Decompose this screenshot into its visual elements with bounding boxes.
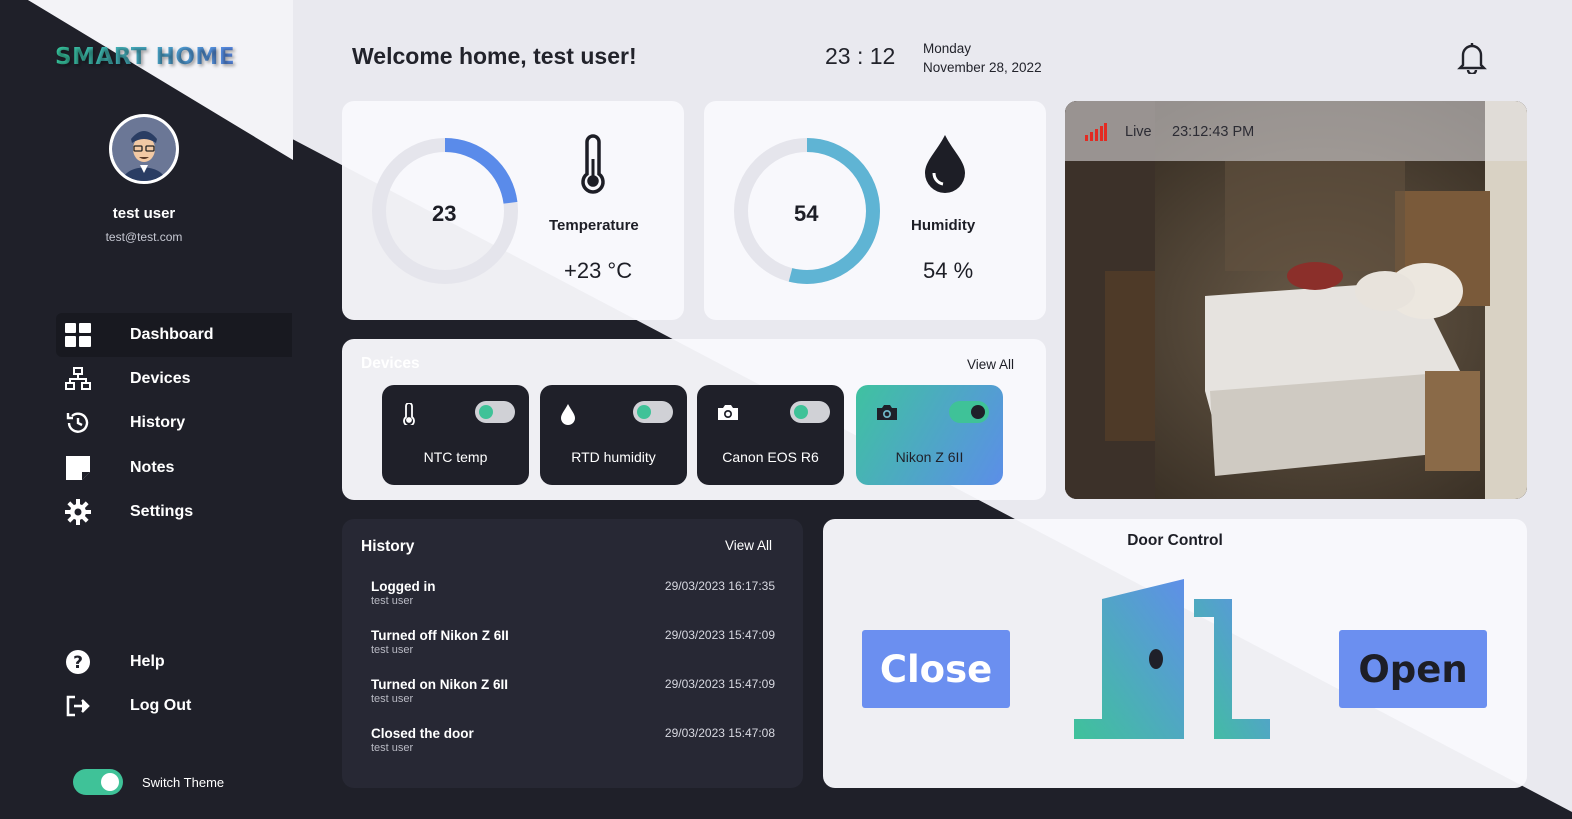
nav-item-dashboard[interactable]: Dashboard	[56, 313, 292, 357]
open-door-button[interactable]: Open	[1339, 630, 1487, 708]
door-control-title: Door Control	[1127, 532, 1223, 549]
history-timestamp: 29/03/2023 16:17:35	[664, 579, 775, 593]
theme-label: Switch Theme	[142, 774, 225, 790]
logout-icon	[56, 694, 100, 718]
history-view-all-link[interactable]: View All	[725, 538, 772, 553]
device-toggle[interactable]	[475, 401, 515, 423]
sidebar: SMART HOME test user test@test.com Dashb…	[0, 0, 293, 819]
camera-icon	[876, 403, 898, 426]
humidity-label: Humidity	[911, 217, 976, 234]
nav-item-settings[interactable]: Settings	[56, 490, 292, 534]
device-name: Nikon Z 6II	[895, 449, 964, 465]
device-toggle[interactable]	[633, 401, 673, 423]
device-toggle[interactable]	[949, 401, 989, 423]
nav-label: Log Out	[130, 697, 192, 714]
camera-timestamp: 23:12:43 PM	[1172, 124, 1255, 140]
dashboard-grid-icon	[56, 323, 100, 347]
door-icon	[1074, 579, 1274, 744]
nav-item-logout[interactable]: Log Out	[56, 684, 292, 728]
close-door-button[interactable]: Close	[862, 630, 1010, 708]
history-item: Logged in test user 29/03/2023 16:17:35	[371, 579, 775, 607]
history-timestamp: 29/03/2023 15:47:09	[664, 677, 775, 691]
device-tile[interactable]: Nikon Z 6II	[856, 385, 1003, 485]
network-icon	[56, 367, 100, 391]
nav-label: Notes	[130, 459, 175, 476]
weekday: Monday	[923, 41, 972, 56]
history-item: Turned off Nikon Z 6II test user 29/03/2…	[371, 628, 775, 656]
history-title: History	[361, 538, 415, 555]
user-name: test user	[112, 205, 176, 222]
temperature-label: Temperature	[549, 217, 639, 234]
avatar[interactable]	[109, 114, 179, 184]
main-content: Welcome home, test user! 23 : 12 Monday …	[293, 0, 1572, 819]
camera-live-label: Live	[1125, 124, 1152, 140]
history-user: test user	[371, 693, 414, 705]
bell-icon[interactable]	[1456, 40, 1488, 79]
camera-feed[interactable]: Live 23:12:43 PM	[1065, 101, 1527, 499]
nav-item-help[interactable]: ? Help	[56, 640, 292, 684]
device-name: NTC temp	[423, 449, 488, 465]
device-tile[interactable]: RTD humidity	[540, 385, 687, 485]
humidity-card: 54 Humidity 54 %	[704, 101, 1046, 320]
devices-title: Devices	[361, 355, 420, 372]
thermometer-icon	[402, 402, 416, 430]
user-email: test@test.com	[105, 230, 183, 244]
humidity-gauge-value: 54	[794, 201, 819, 226]
app-logo: SMART HOME	[55, 44, 236, 70]
history-user: test user	[371, 742, 414, 754]
drop-icon	[560, 403, 576, 430]
date-block: Monday November 28, 2022	[923, 39, 1042, 77]
gear-icon	[56, 499, 100, 525]
door-control-card: Door Control Close Open	[823, 519, 1527, 788]
history-user: test user	[371, 595, 414, 607]
temperature-card: 23 Temperature +23 °C	[342, 101, 684, 320]
history-item: Turned on Nikon Z 6II test user 29/03/20…	[371, 677, 775, 705]
device-name: RTD humidity	[571, 449, 656, 465]
nav-item-history[interactable]: History	[56, 401, 292, 445]
nav-label: Help	[130, 653, 165, 670]
nav-item-devices[interactable]: Devices	[56, 357, 292, 401]
question-icon: ?	[56, 649, 100, 675]
history-timestamp: 29/03/2023 15:47:09	[664, 628, 775, 642]
device-tile[interactable]: NTC temp	[382, 385, 529, 485]
device-name: Canon EOS R6	[722, 449, 819, 465]
avatar-image	[112, 117, 176, 181]
drop-icon	[923, 133, 967, 200]
temperature-value: +23 °C	[564, 258, 633, 283]
history-icon	[56, 410, 100, 436]
note-icon	[56, 455, 100, 481]
nav-label: Settings	[130, 503, 194, 520]
nav-label: Dashboard	[130, 326, 214, 343]
device-tile[interactable]: Canon EOS R6	[697, 385, 844, 485]
svg-text:?: ?	[73, 653, 83, 673]
theme-toggle[interactable]	[73, 769, 123, 795]
history-timestamp: 29/03/2023 15:47:08	[664, 726, 775, 740]
history-item: Closed the door test user 29/03/2023 15:…	[371, 726, 775, 754]
welcome-heading: Welcome home, test user!	[352, 43, 637, 69]
history-card: History View All Logged in test user 29/…	[342, 519, 803, 788]
history-user: test user	[371, 644, 414, 656]
date: November 28, 2022	[923, 60, 1042, 75]
signal-icon	[1085, 123, 1107, 146]
thermometer-icon	[578, 134, 608, 199]
nav-label: Devices	[130, 370, 191, 387]
devices-card: Devices View All NTC temp RTD humidity C…	[342, 339, 1046, 500]
humidity-value: 54 %	[923, 258, 974, 283]
camera-icon	[717, 403, 739, 426]
devices-view-all-link[interactable]: View All	[967, 357, 1014, 372]
nav-item-notes[interactable]: Notes	[56, 446, 292, 490]
clock: 23 : 12	[825, 43, 896, 69]
nav-label: History	[130, 414, 186, 431]
device-toggle[interactable]	[790, 401, 830, 423]
temperature-gauge-value: 23	[432, 201, 457, 226]
theme-switch[interactable]: Switch Theme	[73, 769, 224, 795]
